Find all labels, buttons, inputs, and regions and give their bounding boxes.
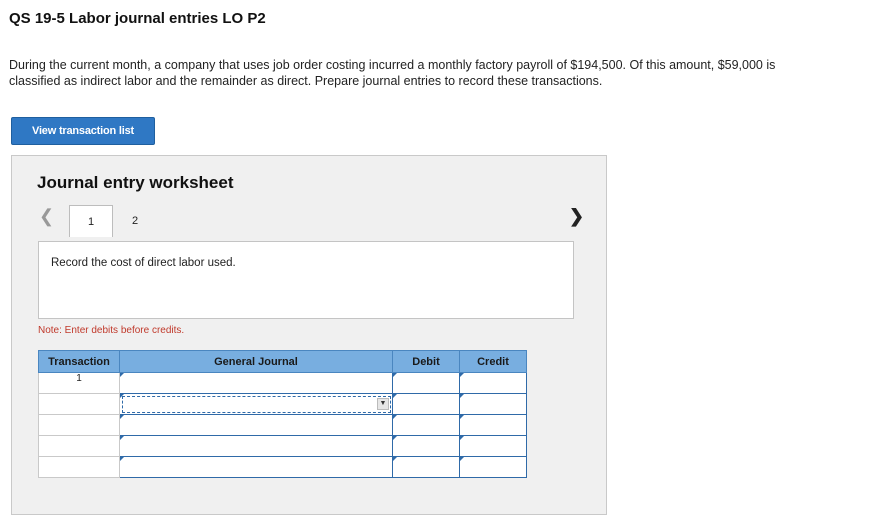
chevron-right-icon[interactable]: ❯	[569, 206, 584, 227]
cell-marker	[393, 373, 397, 377]
debit-input[interactable]	[392, 372, 460, 394]
account-select[interactable]	[119, 372, 393, 394]
account-select[interactable]	[119, 414, 393, 436]
cell-marker	[120, 436, 124, 440]
cell-marker	[460, 394, 464, 398]
chevron-left-icon[interactable]: ❮	[39, 206, 54, 227]
cell-marker	[460, 436, 464, 440]
column-header-debit: Debit	[392, 350, 460, 373]
cell-marker	[460, 373, 464, 377]
table-row	[38, 435, 527, 457]
transaction-cell: 1	[38, 372, 120, 394]
cell-marker	[393, 394, 397, 398]
debit-input[interactable]	[392, 435, 460, 457]
cell-marker	[393, 457, 397, 461]
instruction-box: Record the cost of direct labor used.	[38, 241, 574, 319]
table-row: ▼	[38, 393, 527, 415]
debit-input[interactable]	[392, 393, 460, 415]
column-header-transaction: Transaction	[38, 350, 120, 373]
cell-marker	[460, 415, 464, 419]
instruction-text: Record the cost of direct labor used.	[51, 257, 236, 269]
transaction-cell	[38, 456, 120, 478]
transaction-cell	[38, 393, 120, 415]
cell-marker	[393, 436, 397, 440]
page-title: QS 19-5 Labor journal entries LO P2	[9, 10, 266, 27]
account-select[interactable]	[119, 456, 393, 478]
cell-marker	[120, 415, 124, 419]
table-row	[38, 456, 527, 478]
transaction-cell	[38, 414, 120, 436]
column-header-general-journal: General Journal	[119, 350, 393, 373]
journal-table: Transaction General Journal Debit Credit…	[38, 350, 527, 478]
debit-input[interactable]	[392, 456, 460, 478]
credit-input[interactable]	[459, 372, 527, 394]
tab-1[interactable]: 1	[69, 205, 113, 237]
credit-input[interactable]	[459, 435, 527, 457]
cell-marker	[120, 373, 124, 377]
credit-input[interactable]	[459, 414, 527, 436]
dropdown-arrow-icon[interactable]: ▼	[377, 398, 389, 410]
credit-input[interactable]	[459, 393, 527, 415]
debit-input[interactable]	[392, 414, 460, 436]
transaction-cell	[38, 435, 120, 457]
note-text: Note: Enter debits before credits.	[38, 325, 185, 336]
view-transaction-list-button[interactable]: View transaction list	[11, 117, 155, 145]
table-row	[38, 414, 527, 436]
credit-input[interactable]	[459, 456, 527, 478]
question-text: During the current month, a company that…	[9, 58, 776, 88]
column-header-credit: Credit	[459, 350, 527, 373]
account-select[interactable]: ▼	[119, 393, 393, 415]
worksheet-title: Journal entry worksheet	[37, 173, 234, 192]
cell-marker	[120, 457, 124, 461]
cell-marker	[393, 415, 397, 419]
table-row: 1	[38, 372, 527, 394]
cell-marker	[460, 457, 464, 461]
table-header-row: Transaction General Journal Debit Credit	[38, 350, 527, 373]
cell-marker	[120, 394, 124, 398]
tab-2[interactable]: 2	[113, 205, 157, 237]
journal-entry-worksheet: Journal entry worksheet ❮ ❯ 1 2 Record t…	[11, 155, 607, 515]
account-select[interactable]	[119, 435, 393, 457]
